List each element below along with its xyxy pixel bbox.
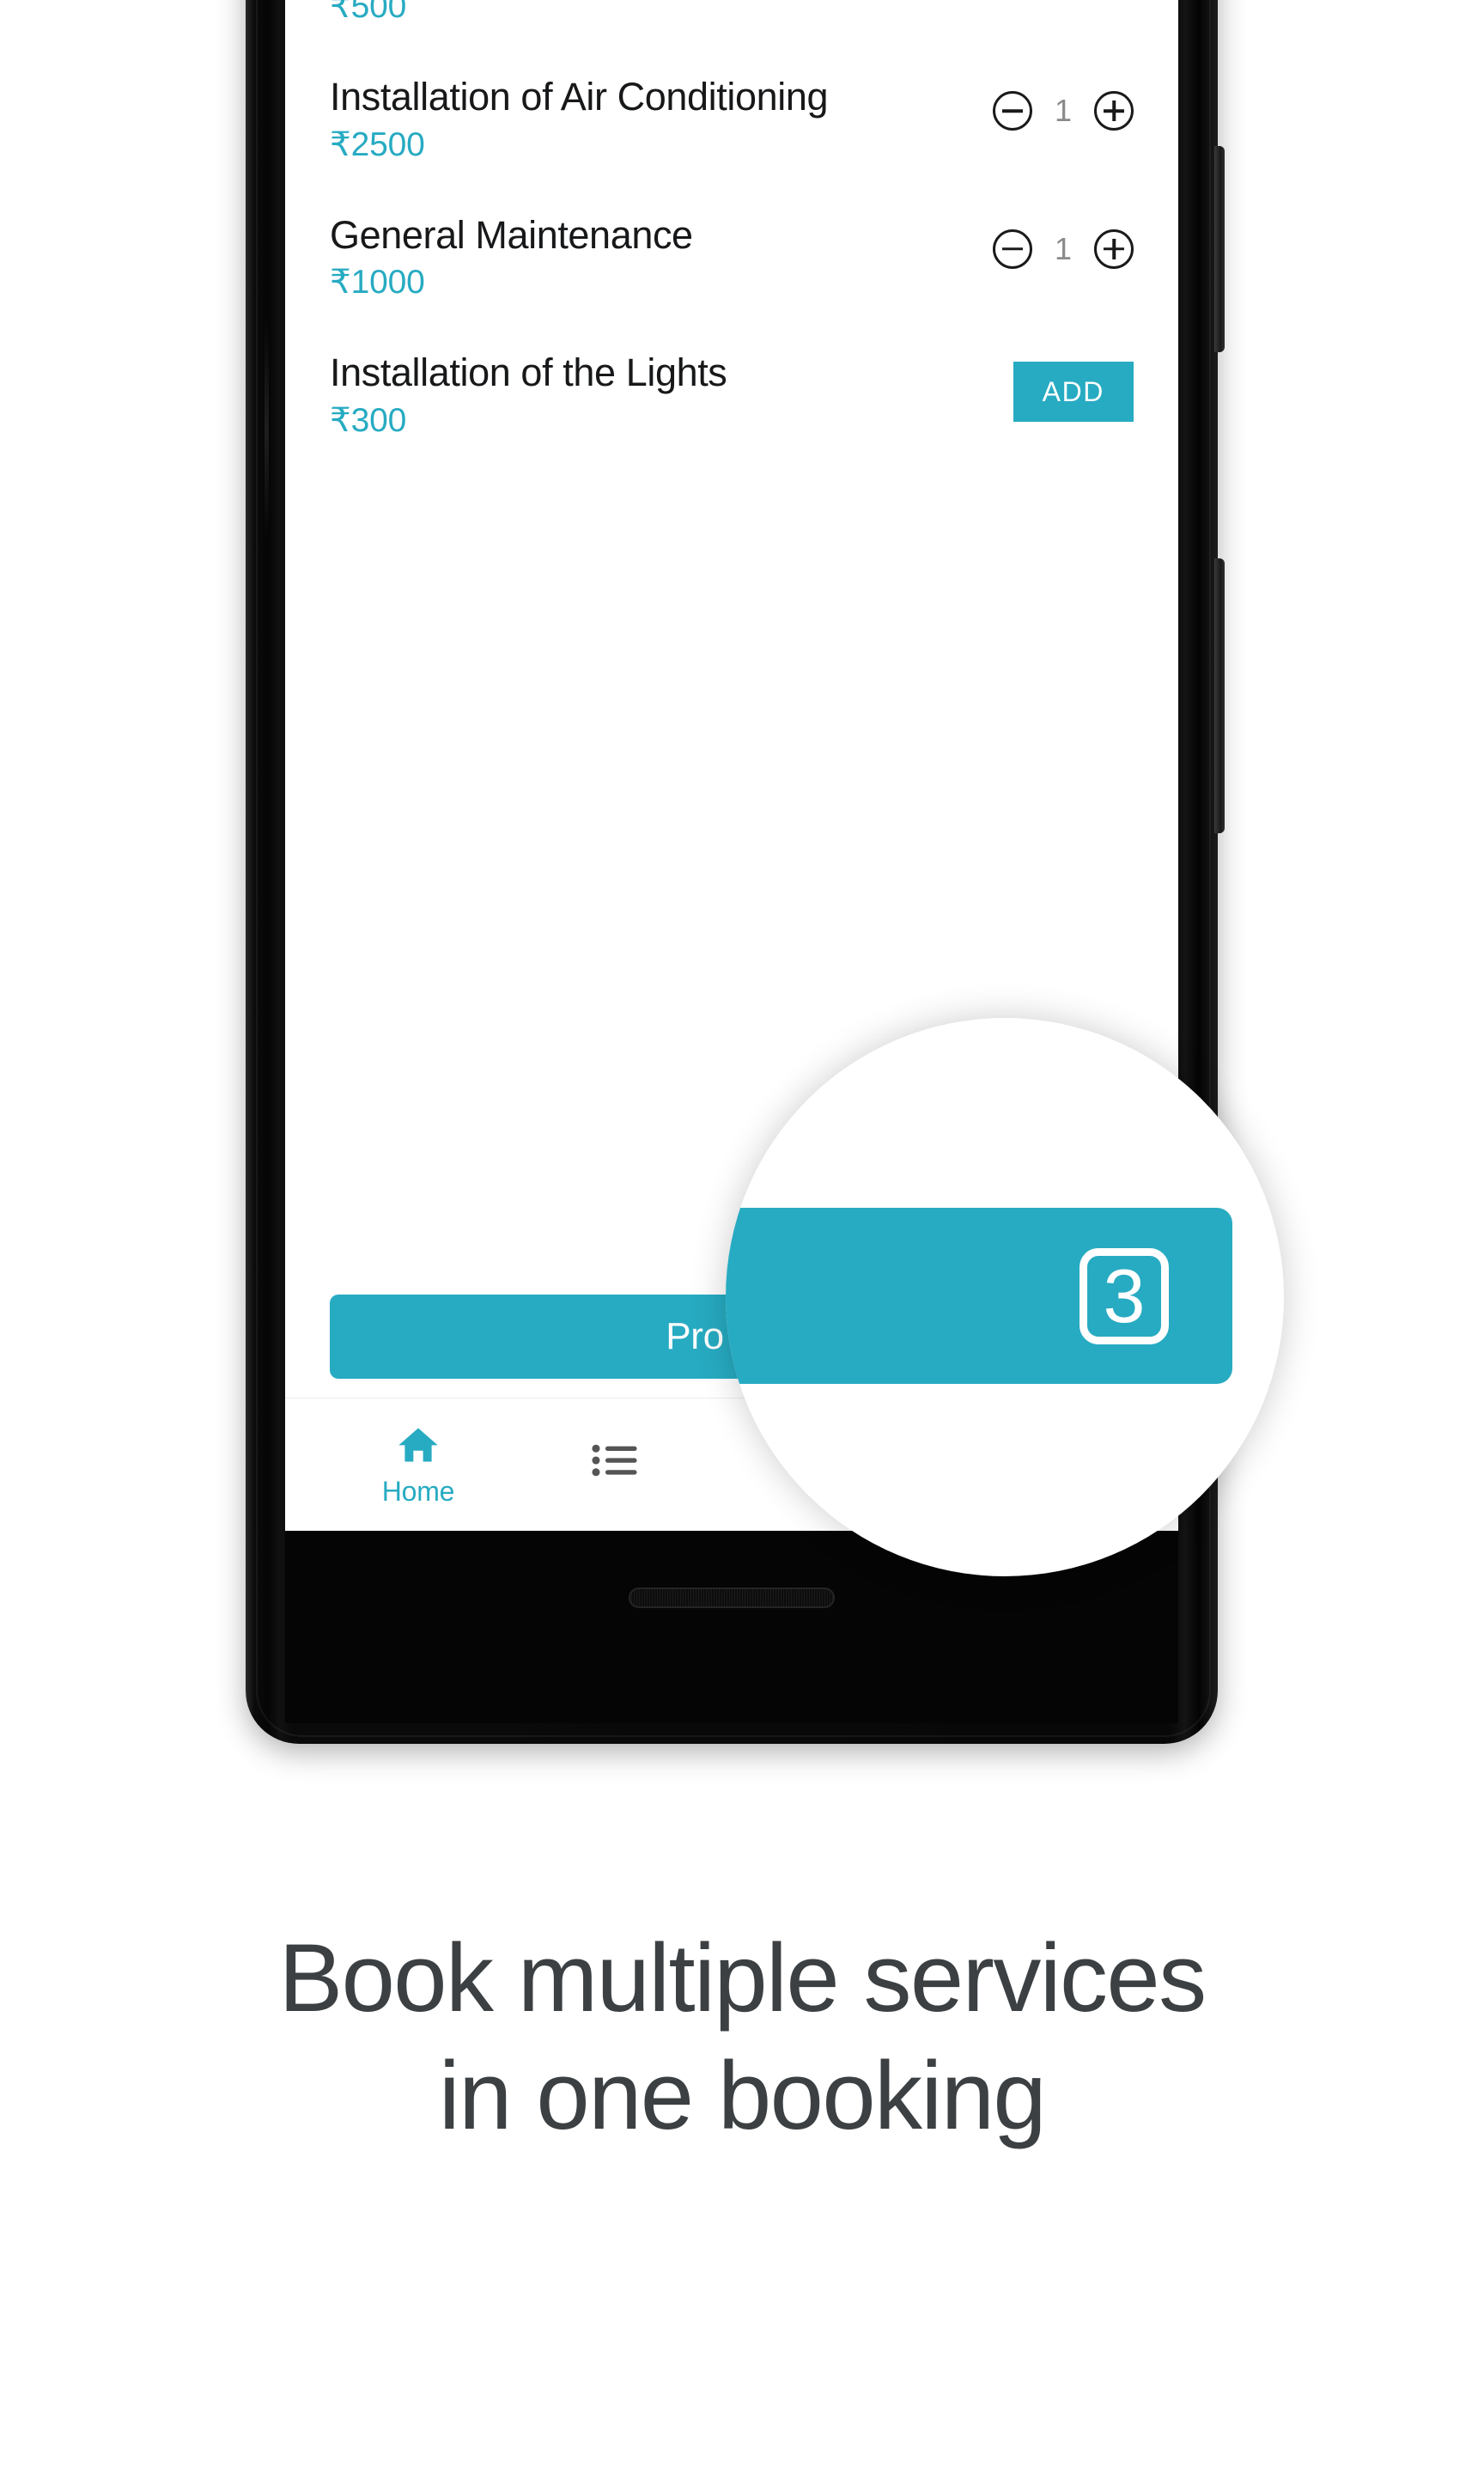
service-info: General Maintenance ₹1000 (330, 212, 693, 302)
service-list-item[interactable]: General Maintenance ₹1000 1 (330, 212, 1134, 302)
service-name: Installation of Air Conditioning (330, 75, 829, 119)
minus-circle-icon[interactable] (992, 91, 1032, 131)
bottom-nav-item-bookings[interactable] (517, 1441, 715, 1488)
caption-line-2: in one booking (438, 2041, 1047, 2149)
magnified-proceed-button: Pro 3 (726, 1208, 1232, 1384)
caption: Book multiple services in one booking (0, 1920, 1484, 2154)
service-price: ₹300 (330, 401, 407, 439)
service-price: ₹2500 (330, 125, 425, 163)
service-name: General Maintenance (330, 212, 693, 257)
proceed-button-label: Pro (666, 1315, 724, 1357)
power-button[interactable] (1214, 146, 1225, 352)
service-info: Electric Fitting ₹500 (330, 0, 567, 26)
quantity-value: 1 (1054, 230, 1072, 266)
home-icon (398, 1428, 438, 1461)
bottom-nav-item-home[interactable]: Home (319, 1423, 517, 1508)
service-price: ₹1000 (330, 264, 425, 302)
service-list-item[interactable]: Installation of Air Conditioning ₹2500 1 (330, 75, 1134, 163)
service-list-item[interactable]: Electric Fitting ₹500 1 (330, 0, 1134, 26)
magnified-cart-count-badge: 3 (1080, 1247, 1169, 1344)
phone-left-seam (265, 318, 269, 541)
volume-button[interactable] (1214, 558, 1225, 833)
minus-circle-icon[interactable] (992, 229, 1032, 269)
add-button[interactable]: ADD (1013, 362, 1134, 423)
magnifier-lens: Pro 3 (726, 1018, 1284, 1576)
caption-line-1: Book multiple services (278, 1924, 1207, 2032)
quantity-value: 1 (1054, 93, 1072, 129)
quantity-stepper[interactable]: 1 (992, 214, 1134, 269)
plus-circle-icon[interactable] (1094, 229, 1134, 269)
service-info: Installation of the Lights ₹300 (330, 350, 727, 439)
speaker-grille (629, 1587, 835, 1608)
bottom-nav-label-home: Home (381, 1475, 455, 1507)
service-list-item[interactable]: Installation of the Lights ₹300 ADD (330, 350, 1134, 439)
quantity-stepper[interactable]: 1 (992, 76, 1134, 131)
service-info: Installation of Air Conditioning ₹2500 (330, 75, 829, 163)
service-price: ₹500 (330, 0, 407, 26)
service-name: Installation of the Lights (330, 350, 727, 395)
plus-circle-icon[interactable] (1094, 91, 1134, 131)
list-icon (592, 1444, 637, 1477)
